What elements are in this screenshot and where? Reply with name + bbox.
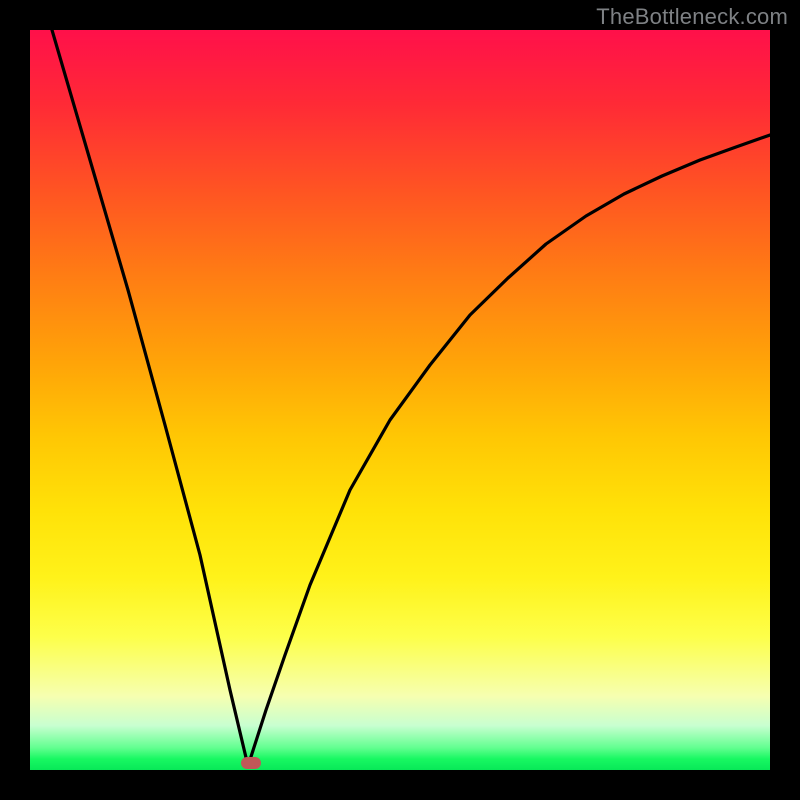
optimal-marker: [241, 757, 261, 769]
bottleneck-curve: [30, 30, 770, 770]
chart-frame: TheBottleneck.com: [0, 0, 800, 800]
curve-path: [52, 30, 770, 766]
plot-area: [30, 30, 770, 770]
watermark-label: TheBottleneck.com: [596, 4, 788, 30]
